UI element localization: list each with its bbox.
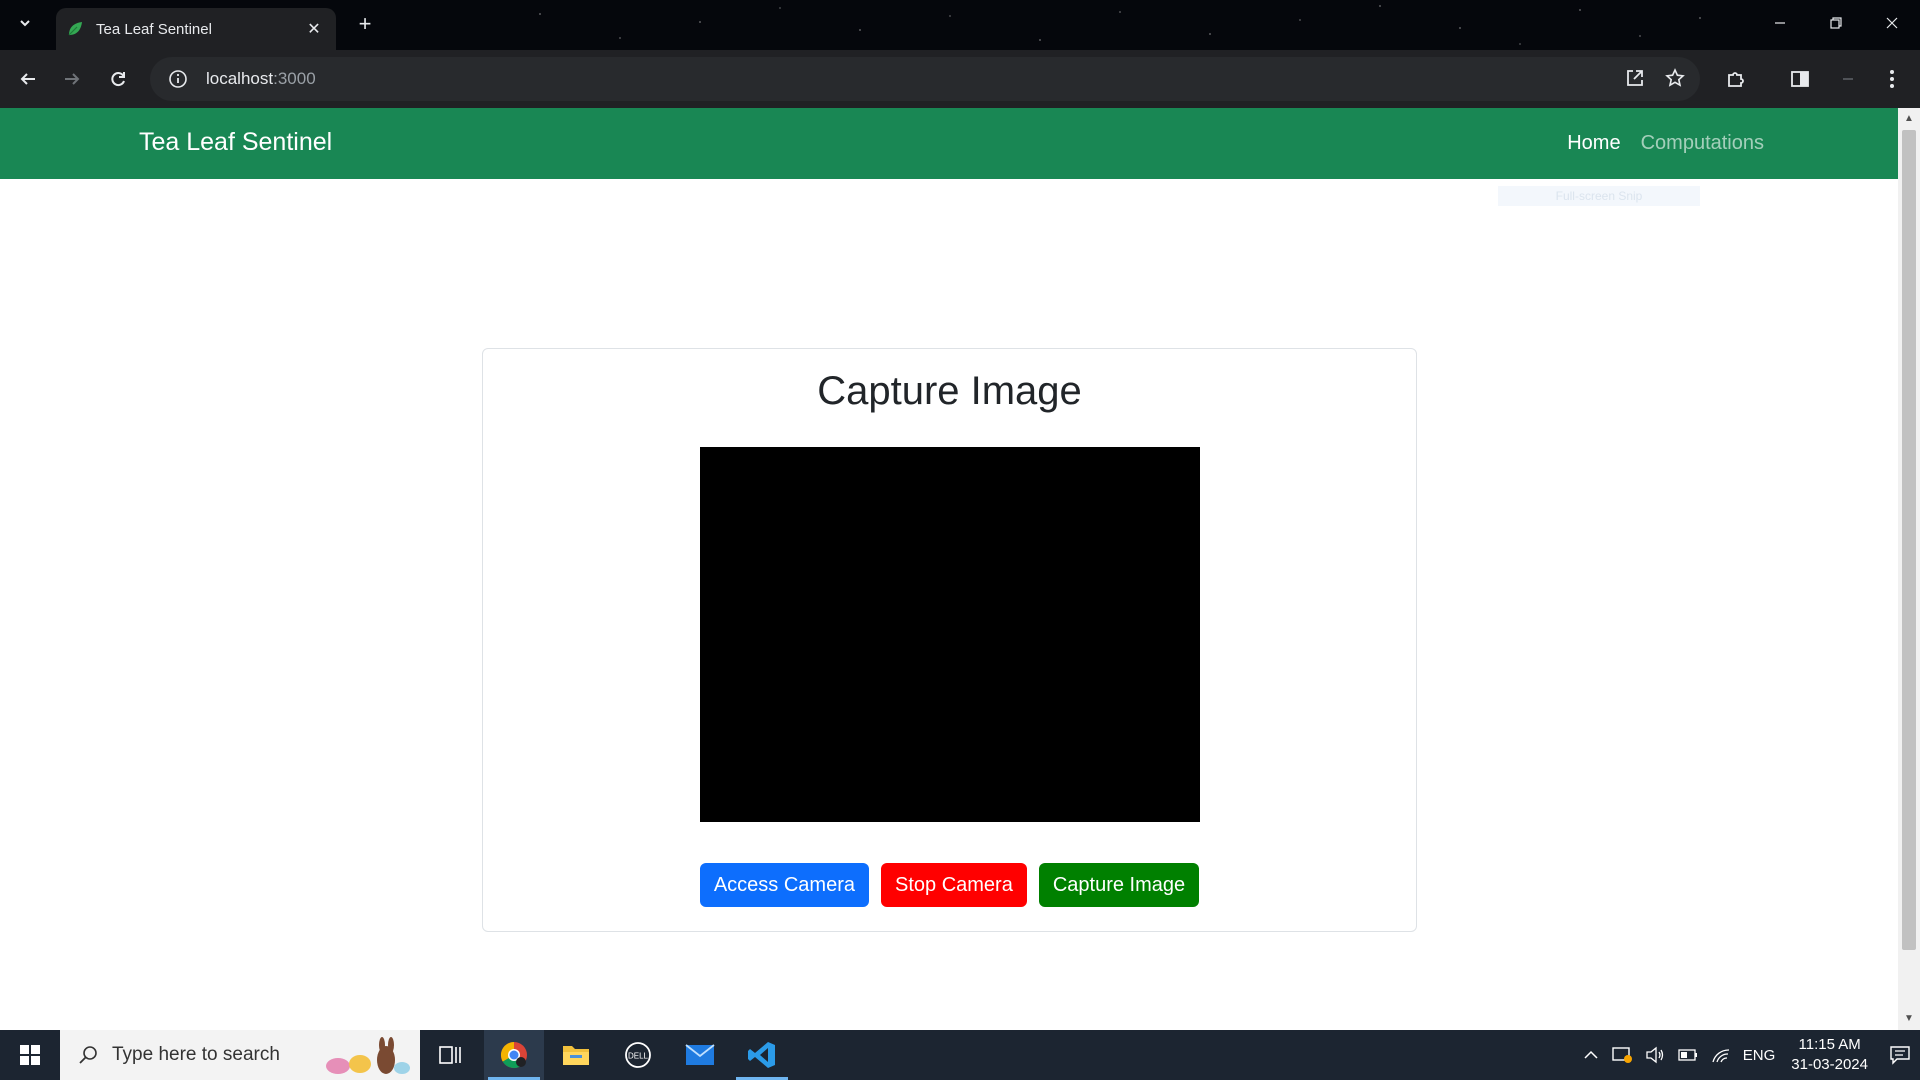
- vscode-icon[interactable]: [732, 1030, 792, 1080]
- system-tray: ENG 11:15 AM 31-03-2024: [1577, 1030, 1920, 1080]
- windows-taskbar: Type here to search DELL ENG 11:15 AM 31…: [0, 1030, 1920, 1080]
- site-info-icon[interactable]: [168, 69, 188, 89]
- taskbar-search-box[interactable]: Type here to search: [60, 1030, 420, 1080]
- language-indicator[interactable]: ENG: [1743, 1047, 1776, 1064]
- close-window-icon[interactable]: [1864, 0, 1920, 46]
- dell-icon[interactable]: DELL: [608, 1030, 668, 1080]
- bookmark-star-icon[interactable]: [1664, 67, 1686, 94]
- stop-camera-button[interactable]: Stop Camera: [881, 863, 1027, 907]
- svg-text:DELL: DELL: [628, 1052, 649, 1061]
- new-tab-icon[interactable]: +: [352, 12, 378, 38]
- capture-card: Capture Image Access Camera Stop Camera …: [482, 348, 1417, 932]
- card-title: Capture Image: [817, 369, 1082, 413]
- wifi-icon[interactable]: [1711, 1046, 1731, 1064]
- access-camera-button[interactable]: Access Camera: [699, 863, 869, 907]
- search-icon: [79, 1046, 97, 1064]
- back-arrow-icon[interactable]: [12, 63, 44, 95]
- taskbar-clock[interactable]: 11:15 AM 31-03-2024: [1791, 1035, 1868, 1075]
- scroll-down-arrow-icon[interactable]: ▼: [1898, 1010, 1920, 1028]
- navbar-brand[interactable]: Tea Leaf Sentinel: [139, 128, 332, 157]
- mail-icon[interactable]: [670, 1030, 730, 1080]
- address-bar[interactable]: localhost:3000: [150, 57, 1700, 101]
- windows-start-icon[interactable]: [0, 1030, 60, 1080]
- camera-video-preview: [700, 447, 1200, 822]
- url-host: localhost: [206, 69, 274, 88]
- camera-button-row: Access Camera Stop Camera Capture Image: [483, 863, 1416, 907]
- easter-eggs-illustration-icon: [326, 1037, 410, 1074]
- navbar: Tea Leaf Sentinel Home Computations: [0, 108, 1898, 179]
- scroll-up-arrow-icon[interactable]: ▲: [1898, 110, 1920, 128]
- snip-tooltip-ghost: Full-screen Snip: [1498, 186, 1700, 206]
- window-controls: [1752, 0, 1920, 50]
- security-alert-icon[interactable]: [1611, 1045, 1633, 1065]
- browser-tab-active[interactable]: Tea Leaf Sentinel ✕: [56, 8, 336, 50]
- show-hidden-icons-chevron-icon[interactable]: [1583, 1049, 1599, 1061]
- chrome-icon[interactable]: [484, 1030, 544, 1080]
- search-placeholder: Type here to search: [112, 1044, 280, 1065]
- nav-link-home[interactable]: Home: [1567, 132, 1620, 155]
- task-view-icon[interactable]: [420, 1030, 480, 1080]
- tab-title: Tea Leaf Sentinel: [96, 20, 212, 38]
- clock-time: 11:15 AM: [1798, 1036, 1861, 1053]
- file-explorer-icon[interactable]: [546, 1030, 606, 1080]
- page-scrollbar[interactable]: ▲ ▼: [1898, 108, 1920, 1030]
- battery-icon[interactable]: [1677, 1048, 1699, 1062]
- tab-search-chevron-icon[interactable]: [12, 12, 38, 38]
- notification-center-icon[interactable]: [1880, 1030, 1920, 1080]
- nav-links: Home Computations: [1567, 132, 1764, 155]
- web-page: Tea Leaf Sentinel Home Computations Full…: [0, 108, 1898, 1030]
- leaf-favicon-icon: [68, 22, 82, 36]
- forward-arrow-icon[interactable]: [56, 63, 88, 95]
- reload-icon[interactable]: [102, 63, 134, 95]
- nav-link-computations[interactable]: Computations: [1641, 132, 1764, 155]
- url-port: :3000: [273, 69, 316, 88]
- volume-icon[interactable]: [1645, 1046, 1665, 1064]
- scrollbar-thumb[interactable]: [1902, 130, 1916, 950]
- clock-date: 31-03-2024: [1791, 1056, 1868, 1073]
- side-panel-icon[interactable]: [1784, 63, 1816, 95]
- more-menu-icon[interactable]: [1876, 63, 1908, 95]
- restore-icon[interactable]: [1808, 0, 1864, 46]
- close-tab-icon[interactable]: ✕: [304, 19, 324, 39]
- profile-dash-icon[interactable]: [1832, 63, 1864, 95]
- browser-tab-strip: Tea Leaf Sentinel ✕ +: [0, 0, 1920, 50]
- minimize-icon[interactable]: [1752, 0, 1808, 46]
- open-in-app-icon[interactable]: [1624, 67, 1646, 94]
- extensions-puzzle-icon[interactable]: [1720, 63, 1752, 95]
- capture-image-button[interactable]: Capture Image: [1038, 863, 1200, 907]
- browser-toolbar: localhost:3000: [0, 50, 1920, 108]
